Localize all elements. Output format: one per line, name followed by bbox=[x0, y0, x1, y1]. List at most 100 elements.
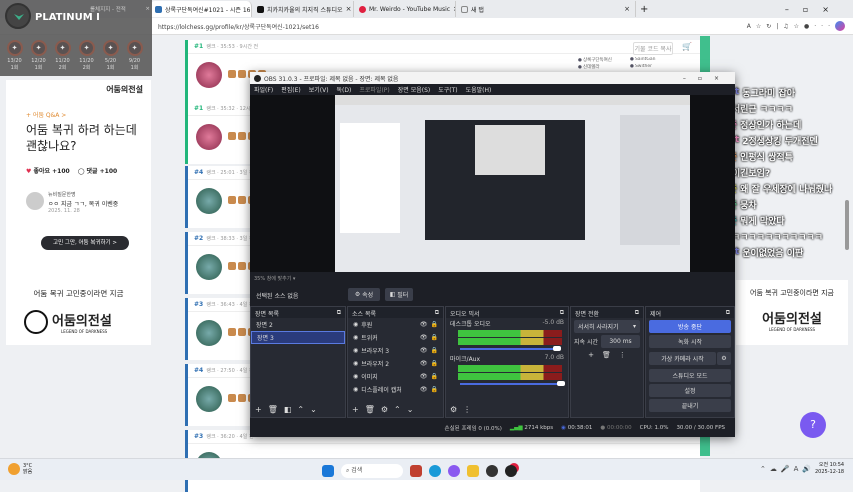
ad-cta-button[interactable]: 고민 그만, 어둠 복귀하기 > bbox=[41, 236, 129, 250]
player-name[interactable]: Swither bbox=[630, 64, 678, 70]
undock-icon[interactable]: ⧉ bbox=[337, 309, 341, 316]
obs-icon[interactable] bbox=[486, 465, 498, 477]
gear-icon[interactable]: ⚙ bbox=[717, 352, 731, 365]
stop-streaming-button[interactable]: 방송 중단 bbox=[649, 320, 731, 333]
edge-icon[interactable] bbox=[429, 465, 441, 477]
menu-view[interactable]: 보기(V) bbox=[309, 85, 329, 94]
studio-mode-button[interactable]: 스튜디오 모드 bbox=[649, 369, 731, 382]
source-item[interactable]: ◉ 이미지 👁 🔒 bbox=[348, 370, 443, 383]
move-up-icon[interactable]: ⌃ bbox=[394, 405, 401, 414]
help-chat-button[interactable]: ? bbox=[800, 412, 826, 438]
menu-scene-collection[interactable]: 장면 모음(S) bbox=[398, 85, 430, 94]
ad-banner-left[interactable]: 어둠의전설 + 어둠 Q&A > 어둠 복귀 하려 하는데 괜찮나요? ♥ 좋아… bbox=[6, 80, 151, 345]
duration-input[interactable]: 300 ms bbox=[601, 335, 640, 348]
lock-icon[interactable]: 🔒 bbox=[431, 386, 438, 393]
settings-button[interactable]: 설정 bbox=[649, 384, 731, 397]
close-icon[interactable]: × bbox=[346, 5, 352, 13]
tab-chzzk[interactable]: 치카치카율의 치지직 스튜디오 × bbox=[252, 1, 354, 17]
copilot-icon[interactable] bbox=[835, 21, 845, 31]
more-icon[interactable]: ⋮ bbox=[619, 351, 626, 359]
filter-icon[interactable]: ◧ bbox=[284, 405, 292, 414]
advanced-audio-icon[interactable]: ⚙ bbox=[450, 405, 457, 414]
source-item[interactable]: ◉ 트위커 👁 🔒 bbox=[348, 331, 443, 344]
move-down-icon[interactable]: ⌄ bbox=[310, 405, 317, 414]
clock[interactable]: 오전 10:54 2025-12-18 bbox=[815, 462, 844, 476]
menu-tools[interactable]: 도구(T) bbox=[438, 85, 457, 94]
lock-icon[interactable]: 🔒 bbox=[431, 373, 438, 380]
start-virtual-camera-button[interactable]: 가상 카메라 시작 bbox=[649, 352, 716, 365]
window-controls[interactable]: –▫× bbox=[785, 5, 843, 14]
menu-file[interactable]: 파일(F) bbox=[254, 85, 273, 94]
scene-item-selected[interactable]: 장면 3 bbox=[251, 331, 345, 344]
tab-lolchess-profile[interactable]: 상록구단독여신#1021 - 시즌 16 | ...× bbox=[150, 1, 252, 17]
lock-icon[interactable]: 🔒 bbox=[431, 360, 438, 367]
player-name[interactable]: 신데렐라 bbox=[578, 64, 626, 70]
lock-icon[interactable]: 🔒 bbox=[431, 347, 438, 354]
menu-edit[interactable]: 편집(E) bbox=[281, 85, 301, 94]
obs-preview[interactable] bbox=[250, 95, 735, 272]
start-recording-button[interactable]: 녹화 시작 bbox=[649, 335, 731, 348]
player-name[interactable]: SaintGan bbox=[630, 57, 678, 63]
menu-profile[interactable]: 프로파일(P) bbox=[359, 85, 389, 94]
tab-new[interactable]: 새 탭 × bbox=[456, 1, 636, 17]
cart-icon[interactable]: 🛒 bbox=[682, 42, 692, 51]
add-icon[interactable]: + bbox=[588, 351, 594, 359]
volume-slider[interactable] bbox=[460, 381, 565, 386]
source-toolbar[interactable]: + 🗑 ⚙ ⌃ ⌄ bbox=[352, 405, 413, 414]
tab-lolchess-overview[interactable]: 롤체지지 - 전적 × bbox=[90, 1, 150, 17]
undock-icon[interactable]: ⧉ bbox=[635, 309, 639, 316]
add-icon[interactable]: + bbox=[255, 405, 262, 414]
source-item[interactable]: ◉ 브라우저 2 👁 🔒 bbox=[348, 357, 443, 370]
weather-widget[interactable]: 3°C 맑음 bbox=[8, 463, 32, 475]
system-tray-icons[interactable]: ⌃☁🎤A🔊 bbox=[760, 465, 815, 473]
new-tab-button[interactable]: + bbox=[640, 4, 648, 15]
player-name[interactable]: 상록구단독여신 bbox=[578, 57, 626, 63]
preview-zoom-select[interactable]: 35% 창에 맞추기 ▾ bbox=[254, 275, 295, 282]
browser-toolbar-icons[interactable]: A☆↻|♫☆●··· bbox=[747, 23, 835, 30]
lock-icon[interactable]: 🔒 bbox=[431, 334, 438, 341]
taskbar-search[interactable]: ⌕ 검색 bbox=[341, 464, 403, 478]
visibility-eye-icon[interactable]: 👁 bbox=[420, 321, 428, 328]
visibility-eye-icon[interactable]: 👁 bbox=[420, 347, 428, 354]
volume-slider[interactable] bbox=[460, 346, 561, 351]
copilot-icon[interactable] bbox=[448, 465, 460, 477]
delete-icon[interactable]: 🗑 bbox=[602, 351, 611, 359]
move-up-icon[interactable]: ⌃ bbox=[297, 405, 304, 414]
filters-button[interactable]: ◧ 필터 bbox=[385, 288, 413, 301]
exit-button[interactable]: 끝내기 bbox=[649, 399, 731, 412]
source-item[interactable]: ◉ 후원 👁 🔒 bbox=[348, 318, 443, 331]
delete-icon[interactable]: 🗑 bbox=[268, 405, 278, 414]
move-down-icon[interactable]: ⌄ bbox=[407, 405, 414, 414]
chrome-app-icon[interactable] bbox=[505, 465, 517, 477]
url-text[interactable]: https://lolchess.gg/profile/kr/상록구단독여신-1… bbox=[158, 22, 319, 31]
scene-item[interactable]: 장면 2 bbox=[251, 318, 345, 331]
delete-icon[interactable]: 🗑 bbox=[365, 405, 375, 414]
undock-icon[interactable]: ⧉ bbox=[726, 309, 730, 316]
file-explorer-icon[interactable] bbox=[467, 465, 479, 477]
menu-help[interactable]: 도움말(H) bbox=[466, 85, 492, 94]
ad-category-link[interactable]: + 어둠 Q&A > bbox=[26, 110, 66, 119]
visibility-eye-icon[interactable]: 👁 bbox=[420, 386, 428, 393]
tab-youtube-music[interactable]: Mr. Weirdo - YouTube Music× bbox=[354, 1, 456, 17]
ad-banner-right[interactable]: 어둠 복귀 고민중이라면 지금 어둠의전설 LEGEND OF DARKNESS bbox=[736, 280, 848, 345]
properties-button[interactable]: ⚙ 속성 bbox=[348, 288, 380, 301]
visibility-eye-icon[interactable]: 👁 bbox=[420, 360, 428, 367]
transition-select[interactable]: 서서히 사라지기 ▾ bbox=[574, 320, 640, 333]
gear-icon[interactable]: ⚙ bbox=[381, 405, 388, 414]
app-icon[interactable] bbox=[410, 465, 422, 477]
undock-icon[interactable]: ⧉ bbox=[435, 309, 439, 316]
source-item[interactable]: ◉ 디스플레이 캡처 👁 🔒 bbox=[348, 383, 443, 396]
visibility-eye-icon[interactable]: 👁 bbox=[420, 373, 428, 380]
window-controls[interactable]: –▫× bbox=[683, 75, 731, 82]
visibility-eye-icon[interactable]: 👁 bbox=[420, 334, 428, 341]
source-item[interactable]: ◉ 브라우저 3 👁 🔒 bbox=[348, 344, 443, 357]
close-icon[interactable]: × bbox=[624, 5, 630, 13]
start-icon[interactable] bbox=[322, 465, 334, 477]
scene-toolbar[interactable]: + 🗑 ◧ ⌃ ⌄ bbox=[255, 405, 317, 414]
more-icon[interactable]: ⋮ bbox=[463, 405, 471, 414]
lock-icon[interactable]: 🔒 bbox=[431, 321, 438, 328]
close-icon[interactable]: × bbox=[145, 6, 150, 12]
menu-dock[interactable]: 독(D) bbox=[337, 85, 352, 94]
add-icon[interactable]: + bbox=[352, 405, 359, 414]
undock-icon[interactable]: ⧉ bbox=[560, 309, 564, 316]
